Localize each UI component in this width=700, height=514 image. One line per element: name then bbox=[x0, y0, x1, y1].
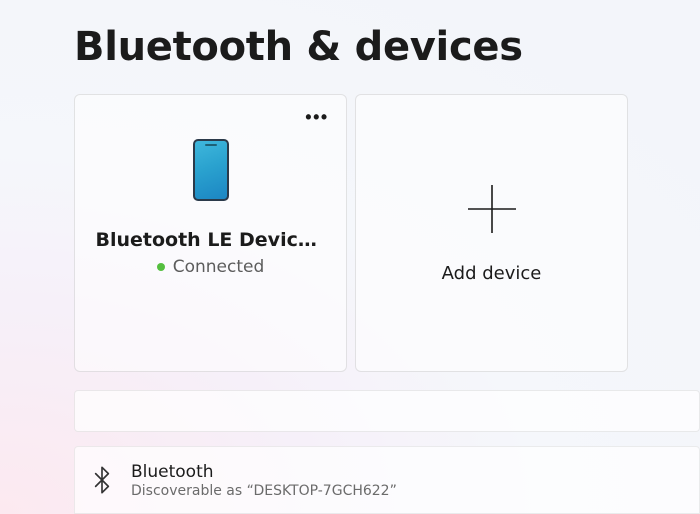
bluetooth-row-title: Bluetooth bbox=[131, 462, 397, 482]
view-more-strip[interactable] bbox=[74, 390, 700, 432]
phone-icon bbox=[193, 139, 229, 201]
bluetooth-row-subtitle: Discoverable as “DESKTOP-7GCH622” bbox=[131, 483, 397, 499]
bluetooth-row-text: Bluetooth Discoverable as “DESKTOP-7GCH6… bbox=[131, 462, 397, 499]
more-icon: ••• bbox=[305, 107, 328, 128]
settings-page: Bluetooth & devices ••• Bluetooth LE Dev… bbox=[0, 0, 700, 514]
bluetooth-toggle-row[interactable]: Bluetooth Discoverable as “DESKTOP-7GCH6… bbox=[74, 446, 700, 514]
device-cards-row: ••• Bluetooth LE Device 5217EBF00312 Con… bbox=[74, 94, 700, 372]
bluetooth-icon bbox=[93, 466, 111, 494]
device-name: Bluetooth LE Device 5217EBF00312 bbox=[96, 229, 326, 251]
add-device-card[interactable]: Add device bbox=[355, 94, 628, 372]
device-card[interactable]: ••• Bluetooth LE Device 5217EBF00312 Con… bbox=[74, 94, 347, 372]
plus-icon bbox=[466, 183, 518, 235]
add-device-label: Add device bbox=[442, 263, 542, 284]
device-more-button[interactable]: ••• bbox=[300, 103, 334, 131]
device-status-text: Connected bbox=[173, 257, 265, 277]
status-dot-icon bbox=[157, 263, 165, 271]
page-title: Bluetooth & devices bbox=[74, 24, 700, 70]
device-status: Connected bbox=[157, 257, 265, 277]
